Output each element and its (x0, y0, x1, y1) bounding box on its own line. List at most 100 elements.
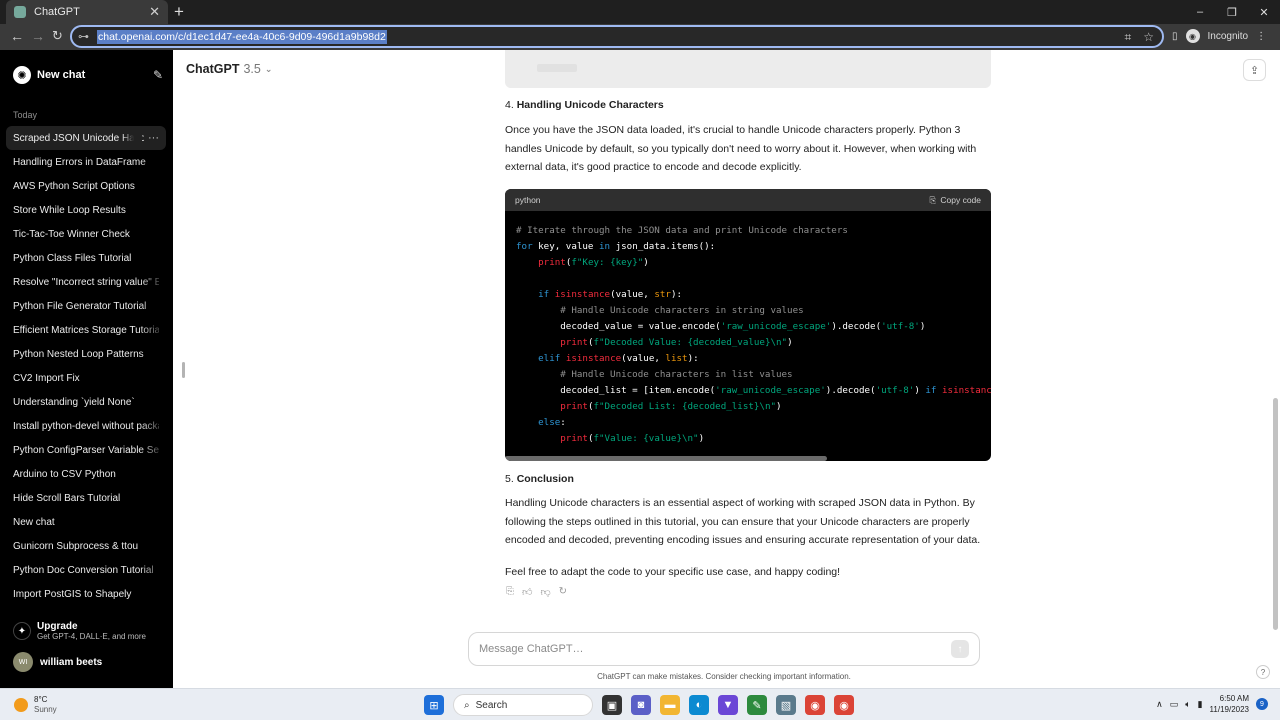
restore-button[interactable]: ❐ (1216, 0, 1248, 24)
sidebar-chat-item[interactable]: Install python-devel without package (6, 414, 166, 438)
sidebar-collapse-handle[interactable] (182, 362, 185, 378)
edge-icon[interactable]: ◐ (689, 695, 709, 715)
reload-icon[interactable]: ↻ (52, 28, 63, 44)
step5-title: Conclusion (516, 473, 574, 485)
bookmark-star-icon[interactable]: ☆ (1143, 30, 1154, 45)
sidebar-chat-label: Hide Scroll Bars Tutorial (13, 492, 121, 504)
windows-start-icon[interactable]: ⊞ (424, 695, 444, 715)
user-menu[interactable]: WI william beets (13, 652, 102, 672)
code-language: python (515, 195, 541, 205)
sidebar-chat-item[interactable]: Python Doc Conversion Tutorial (6, 558, 166, 582)
thumbs-down-icon[interactable]: 👎︎ (540, 586, 550, 598)
notification-badge[interactable]: 9 (1256, 698, 1268, 710)
back-icon[interactable]: ← (10, 28, 24, 44)
upgrade-title: Upgrade (37, 621, 78, 632)
sidebar-chat-item[interactable]: Hide Scroll Bars Tutorial (6, 486, 166, 510)
side-panel-icon[interactable]: ▯ (1172, 31, 1178, 42)
code-body[interactable]: # Iterate through the JSON data and prin… (505, 211, 991, 459)
sparkle-icon: ✦ (13, 622, 31, 640)
sidebar-chat-label: Understanding `yield None` (13, 396, 135, 408)
network-icon[interactable]: ▭ (1170, 699, 1179, 710)
teams-chat-icon[interactable]: ◙ (631, 695, 651, 715)
new-chat-button[interactable]: ✺ New chat ✎ (13, 64, 163, 86)
copy-icon[interactable]: ⎘ (506, 586, 514, 598)
browser-menu-icon[interactable]: ⋮ (1256, 31, 1266, 42)
site-info-icon[interactable]: ⊶ (78, 30, 89, 43)
sidebar-chat-label: Arduino to CSV Python (13, 468, 116, 480)
send-button[interactable]: ↑ (951, 640, 969, 658)
sidebar-chat-item[interactable]: Arduino to CSV Python (6, 462, 166, 486)
sidebar-chat-label: New chat (13, 516, 55, 528)
incognito-icon[interactable]: ◉ (1185, 29, 1200, 43)
close-window-button[interactable]: ✕ (1248, 0, 1280, 24)
editor-app-icon[interactable]: ✎ (747, 695, 767, 715)
sidebar-chat-item[interactable]: CV2 Import Fix (6, 366, 166, 390)
model-selector[interactable]: ChatGPT 3.5 ⌄ (186, 62, 272, 76)
task-view-icon[interactable]: ▣ (602, 695, 622, 715)
thumbs-up-icon[interactable]: 👍︎ (522, 586, 532, 598)
share-button[interactable]: ⇪ (1243, 59, 1266, 81)
help-button[interactable]: ? (1256, 665, 1270, 679)
chrome-icon[interactable]: ◉ (805, 695, 825, 715)
minimize-button[interactable]: – (1184, 0, 1216, 24)
forward-icon[interactable]: → (31, 28, 45, 44)
compose-icon[interactable]: ✎ (153, 68, 163, 82)
taskbar-search[interactable]: ⌕ Search (453, 694, 593, 716)
sidebar-chat-item[interactable]: Store While Loop Results (6, 198, 166, 222)
label-fade (140, 534, 166, 558)
sidebar-chat-label: CV2 Import Fix (13, 372, 80, 384)
sidebar-chat-label: Install python-devel without package (13, 420, 159, 432)
label-fade (140, 222, 166, 246)
file-explorer-icon[interactable]: ▬ (660, 695, 680, 715)
battery-icon[interactable]: ▮ (1198, 699, 1203, 710)
code-fragment (537, 64, 577, 72)
tab-close-icon[interactable]: ✕ (149, 4, 160, 20)
sidebar-chat-item[interactable]: AWS Python Script Options (6, 174, 166, 198)
address-bar[interactable]: ⊶ chat.openai.com/c/d1ec1d47-ee4a-40c6-9… (70, 25, 1164, 48)
sidebar-chat-label: Python Nested Loop Patterns (13, 348, 144, 360)
tray-overflow-icon[interactable]: ∧ (1156, 699, 1163, 710)
sidebar-chat-label: Python Class Files Tutorial (13, 252, 132, 264)
sidebar-chat-item[interactable]: Python Nested Loop Patterns (6, 342, 166, 366)
browser-tabstrip: ChatGPT ✕ + – ❐ ✕ (0, 0, 1280, 24)
sidebar-chat-item[interactable]: Understanding `yield None` (6, 390, 166, 414)
label-fade (140, 270, 166, 294)
browser-tab[interactable]: ChatGPT ✕ (6, 0, 168, 24)
chrome-incognito-icon[interactable]: ◉ (834, 695, 854, 715)
upgrade-button[interactable]: ✦ Upgrade Get GPT-4, DALL·E, and more (13, 621, 146, 641)
code-horizontal-scrollbar[interactable] (505, 456, 827, 461)
sidebar-chat-item[interactable]: Python Class Files Tutorial (6, 246, 166, 270)
image-viewer-icon[interactable]: ▧ (776, 695, 796, 715)
message-input[interactable] (479, 643, 951, 655)
sidebar-chat-item[interactable]: Python ConfigParser Variable Sections (6, 438, 166, 462)
regenerate-icon[interactable]: ↻ (559, 586, 567, 598)
copy-code-button[interactable]: ⎘ Copy code (930, 195, 981, 206)
incognito-eye-icon[interactable]: ⌗ (1124, 30, 1131, 45)
incognito-label[interactable]: Incognito (1208, 31, 1249, 42)
step4-paragraph: Once you have the JSON data loaded, it's… (505, 124, 977, 173)
url-text[interactable]: chat.openai.com/c/d1ec1d47-ee4a-40c6-9d0… (97, 29, 387, 44)
weather-widget[interactable]: 8°C Sunny (14, 695, 57, 715)
avatar: WI (13, 652, 33, 672)
sidebar-chat-item[interactable]: Efficient Matrices Storage Tutorial (6, 318, 166, 342)
label-fade (140, 582, 166, 606)
sidebar-chat-item[interactable]: Resolve "Incorrect string value" Error (6, 270, 166, 294)
weather-condition: Sunny (34, 705, 57, 714)
clock[interactable]: 6:50 AM 11/19/2023 (1210, 693, 1249, 715)
more-options-icon[interactable]: ··· (148, 132, 159, 144)
sidebar-chat-item[interactable]: Gunicorn Subprocess & ttou (6, 534, 166, 558)
sidebar-chat-item[interactable]: Handling Errors in DataFrame (6, 150, 166, 174)
volume-icon[interactable]: 🔈︎ (1185, 699, 1190, 710)
sidebar-chat-item[interactable]: Python File Generator Tutorial (6, 294, 166, 318)
sidebar-chat-item[interactable]: Tic-Tac-Toe Winner Check (6, 222, 166, 246)
vpn-app-icon[interactable]: ▼ (718, 695, 738, 715)
sidebar-chat-item[interactable]: Scraped JSON Unicode Handling··· (6, 126, 166, 150)
page-scrollbar[interactable] (1273, 398, 1278, 630)
label-fade (140, 486, 166, 510)
chat-history-list: Scraped JSON Unicode Handling··· Handling… (6, 126, 166, 606)
taskbar-search-label: Search (475, 699, 508, 711)
label-fade (140, 318, 166, 342)
sidebar-chat-item[interactable]: New chat (6, 510, 166, 534)
new-tab-button[interactable]: + (174, 2, 184, 22)
sidebar-chat-item[interactable]: Import PostGIS to Shapely (6, 582, 166, 606)
